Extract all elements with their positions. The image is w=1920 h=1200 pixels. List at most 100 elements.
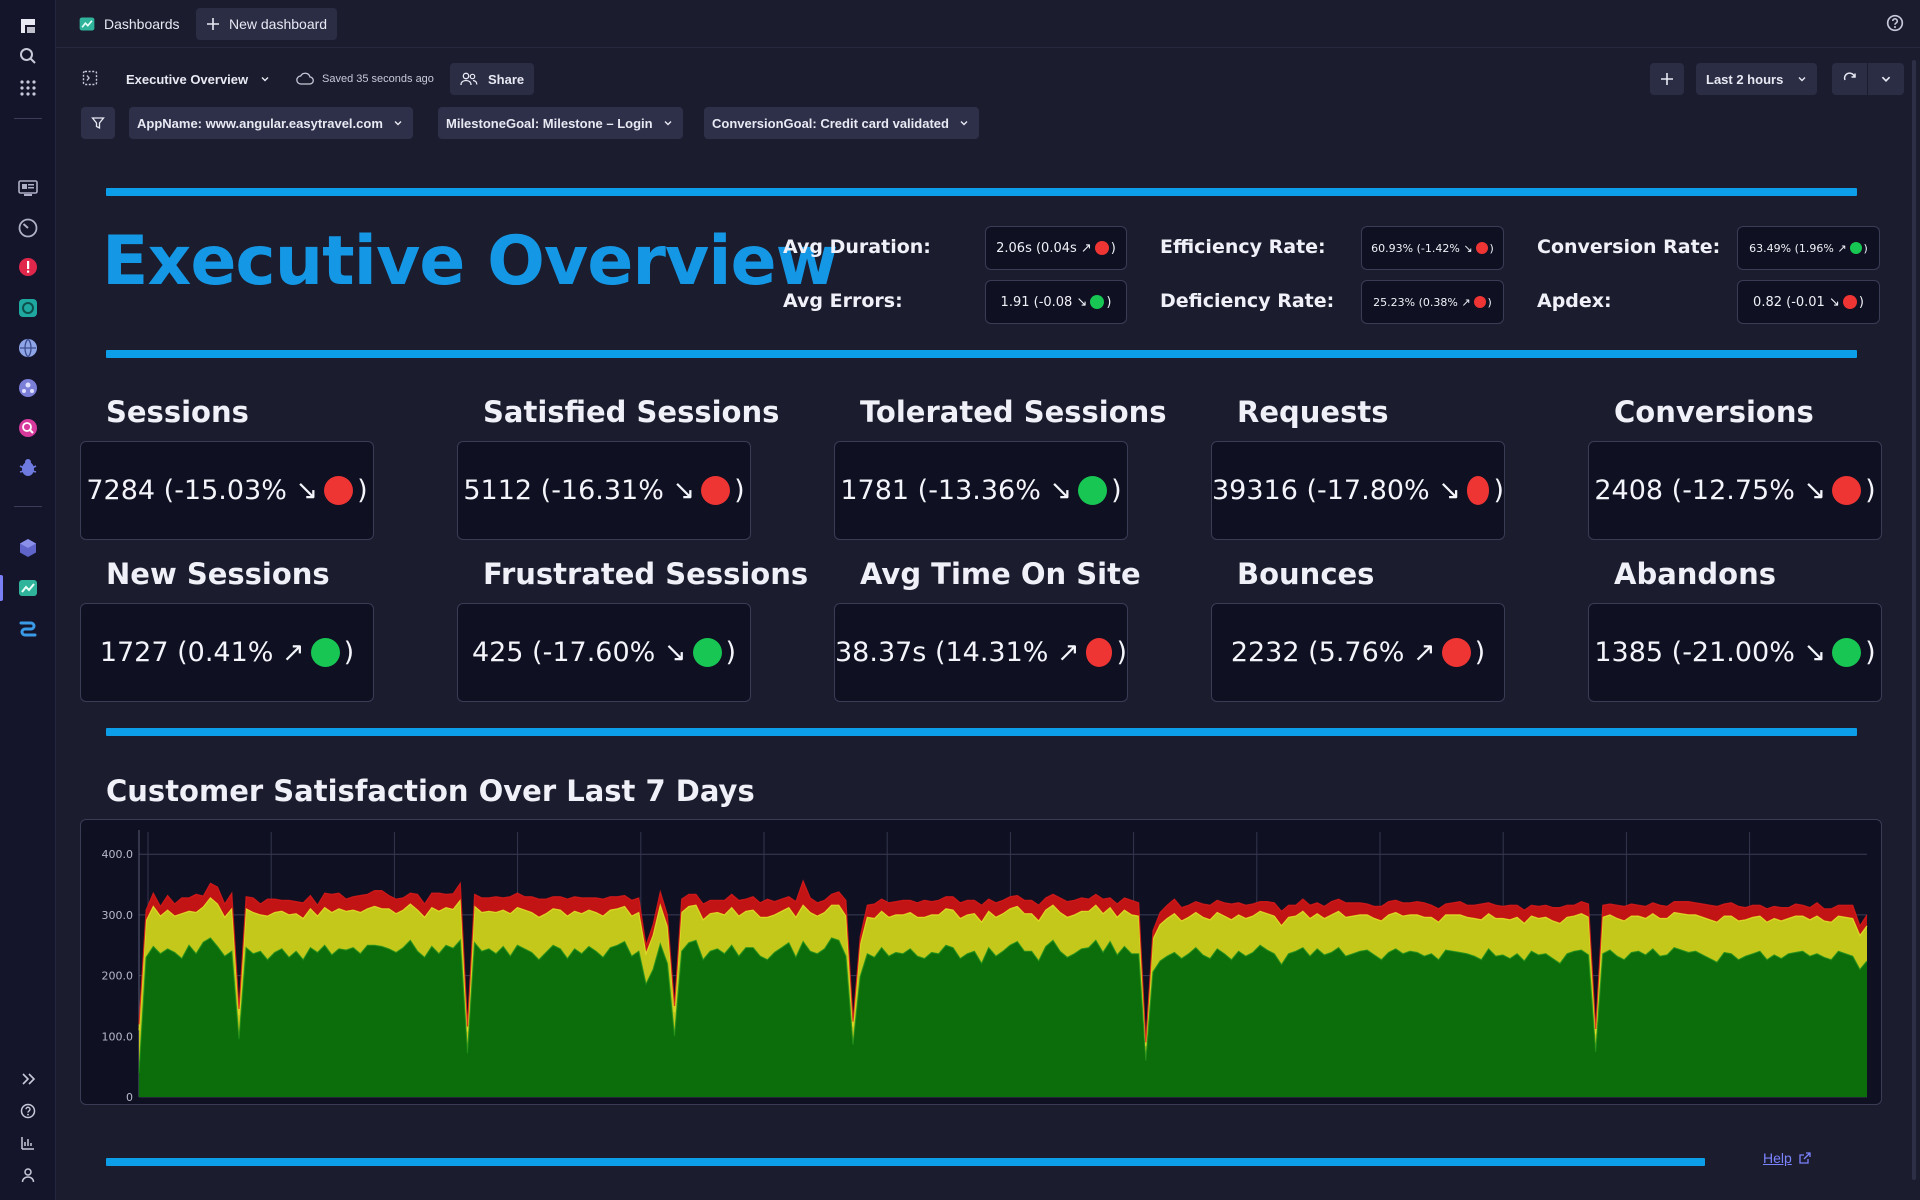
- filter-toggle-button[interactable]: [81, 107, 115, 139]
- whats-new-icon[interactable]: [16, 1131, 40, 1155]
- help-link[interactable]: Help: [1763, 1150, 1812, 1166]
- tile-value: 2232 (5.76% ↗: [1230, 637, 1436, 668]
- globe-app-icon[interactable]: [16, 336, 40, 360]
- x-tick-label: 12 PM: [131, 1104, 165, 1105]
- x-tick-label: 12 PM: [870, 1104, 904, 1105]
- dashboard-name-dropdown[interactable]: Executive Overview: [126, 63, 270, 95]
- tile-avg-time-on-site[interactable]: 38.37s (14.31% ↗): [834, 603, 1128, 702]
- kpi-close-paren: ): [1489, 241, 1494, 255]
- status-dot-green: [1832, 638, 1862, 667]
- apps-grid-icon[interactable]: [16, 76, 40, 100]
- chevron-down-icon: [664, 121, 672, 126]
- app-root: Dashboards New dashboard Executive Overv…: [0, 0, 1920, 1200]
- tile-title-abandons: Abandons: [1614, 557, 1777, 591]
- timeframe-selector[interactable]: Last 2 hours: [1696, 63, 1818, 95]
- tile-conversions[interactable]: 2408 (-12.75% ↘): [1588, 441, 1882, 540]
- saved-status-text: Saved 35 seconds ago: [322, 73, 434, 85]
- filter-chip-label: MilestoneGoal: Milestone – Login: [446, 115, 653, 131]
- tile-close-paren: ): [1111, 475, 1122, 506]
- problems-app-icon[interactable]: [16, 255, 40, 279]
- rail-divider: [14, 506, 42, 507]
- toggle-panel-icon[interactable]: [82, 70, 98, 86]
- tile-value: 425 (-17.60% ↘: [471, 637, 687, 668]
- tile-close-paren: ): [1116, 637, 1127, 668]
- add-tile-button[interactable]: [1650, 63, 1684, 95]
- filter-chip-appname[interactable]: AppName: www.angular.easytravel.com: [129, 107, 413, 139]
- kpi-value: 1.91 (-0.08 ↘: [1000, 294, 1088, 310]
- tile-title-requests: Requests: [1237, 395, 1389, 429]
- cloud-icon: [296, 72, 314, 85]
- tile-new-sessions[interactable]: 1727 (0.41% ↗): [80, 603, 374, 702]
- search-icon[interactable]: [16, 44, 40, 68]
- tile-bounces[interactable]: 2232 (5.76% ↗): [1211, 603, 1505, 702]
- kpi-efficiency-rate[interactable]: 60.93% (-1.42% ↘ ): [1361, 226, 1504, 270]
- dashboard-toolbar: Executive Overview Saved 35 seconds ago …: [56, 58, 1920, 100]
- chevron-down-icon: [261, 77, 269, 82]
- external-link-icon: [1799, 1152, 1811, 1164]
- monitor-app-icon[interactable]: [16, 176, 40, 200]
- satisfaction-area-chart[interactable]: 400.0300.0200.0100.0012 PMMay 3012 PMMay…: [81, 820, 1882, 1105]
- tile-close-paren: ): [1493, 475, 1504, 506]
- kpi-avg-errors[interactable]: 1.91 (-0.08 ↘ ): [985, 280, 1127, 324]
- tile-abandons[interactable]: 1385 (-21.00% ↘): [1588, 603, 1882, 702]
- status-dot-red: [1441, 638, 1471, 667]
- filter-chip-milestonegoal[interactable]: MilestoneGoal: Milestone – Login: [438, 107, 683, 139]
- x-tick-label: Jun 05: [1731, 1104, 1767, 1105]
- session-search-app-icon[interactable]: [16, 416, 40, 440]
- filter-chip-conversiongoal[interactable]: ConversionGoal: Credit card validated: [704, 107, 979, 139]
- workflows-app-icon[interactable]: [16, 616, 40, 640]
- cube-app-icon[interactable]: [16, 536, 40, 560]
- share-button[interactable]: Share: [450, 63, 535, 95]
- infrastructure-app-icon[interactable]: [16, 296, 40, 320]
- kpi-value: 2.06s (0.04s ↗: [996, 240, 1092, 256]
- status-dot-red: [1085, 638, 1113, 667]
- tile-title-satisfied-sessions: Satisfied Sessions: [483, 395, 780, 429]
- gauge-app-icon[interactable]: [16, 216, 40, 240]
- x-tick-label: Jun 03: [1238, 1104, 1274, 1105]
- dashboards-app-tab[interactable]: Dashboards: [70, 8, 188, 40]
- network-app-icon[interactable]: [16, 376, 40, 400]
- kpi-label-apdex: Apdex:: [1537, 290, 1612, 312]
- help-icon[interactable]: [16, 1099, 40, 1123]
- help-link-label: Help: [1763, 1150, 1792, 1166]
- status-dot-red: [1842, 295, 1857, 309]
- user-icon[interactable]: [16, 1163, 40, 1187]
- help-icon[interactable]: [1886, 14, 1906, 34]
- dynatrace-logo-icon[interactable]: [16, 14, 40, 38]
- page-scrollbar[interactable]: [1912, 60, 1916, 1180]
- app-name: Dashboards: [104, 16, 180, 32]
- bug-app-icon[interactable]: [16, 456, 40, 480]
- kpi-conversion-rate[interactable]: 63.49% (1.96% ↗ ): [1737, 226, 1880, 270]
- tile-close-paren: ): [725, 637, 737, 668]
- status-dot-green: [1849, 242, 1862, 254]
- x-tick-label: Jun 02: [992, 1104, 1028, 1105]
- tile-tolerated-sessions[interactable]: 1781 (-13.36% ↘): [834, 441, 1128, 540]
- timeframe-label: Last 2 hours: [1706, 71, 1784, 87]
- app-rail: [0, 0, 56, 1200]
- refresh-options-button[interactable]: [1868, 63, 1904, 95]
- kpi-apdex[interactable]: 0.82 (-0.01 ↘ ): [1737, 280, 1880, 324]
- tile-title-tolerated-sessions: Tolerated Sessions: [860, 395, 1167, 429]
- kpi-deficiency-rate[interactable]: 25.23% (0.38% ↗ ): [1361, 280, 1504, 324]
- tile-frustrated-sessions[interactable]: 425 (-17.60% ↘): [457, 603, 751, 702]
- x-tick-label: May 30: [251, 1104, 291, 1105]
- status-dot-red: [1094, 241, 1109, 255]
- status-dot-red: [324, 476, 354, 505]
- x-tick-label: May 31: [497, 1104, 537, 1105]
- refresh-button[interactable]: [1832, 63, 1868, 95]
- expand-rail-icon[interactable]: [16, 1067, 40, 1091]
- section-divider: [106, 350, 1857, 358]
- rail-active-indicator: [0, 575, 3, 601]
- tile-requests[interactable]: 39316 (-17.80% ↘): [1211, 441, 1505, 540]
- status-dot-red: [1475, 242, 1488, 254]
- tile-value: 39316 (-17.80% ↘: [1212, 475, 1461, 506]
- tile-satisfied-sessions[interactable]: 5112 (-16.31% ↘): [457, 441, 751, 540]
- top-bar: Dashboards New dashboard: [56, 0, 1920, 48]
- tile-sessions[interactable]: 7284 (-15.03% ↘): [80, 441, 374, 540]
- tile-title-bounces: Bounces: [1237, 557, 1375, 591]
- chart-tile[interactable]: 400.0300.0200.0100.0012 PMMay 3012 PMMay…: [80, 819, 1882, 1105]
- dashboards-app-icon[interactable]: [16, 576, 40, 600]
- kpi-avg-duration[interactable]: 2.06s (0.04s ↗ ): [985, 226, 1127, 270]
- new-dashboard-button[interactable]: New dashboard: [196, 8, 338, 40]
- x-tick-label: 12 PM: [378, 1104, 412, 1105]
